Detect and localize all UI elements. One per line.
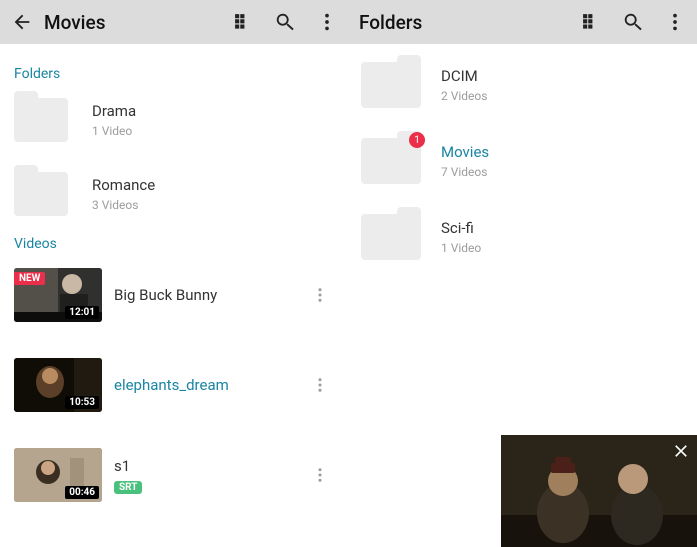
video-row-s1[interactable]: 00:46 s1 SRT [0,440,349,510]
topbar-left: Movies [0,0,349,44]
folder-row-drama[interactable]: Drama 1 Video [0,90,349,150]
search-button[interactable] [621,10,645,34]
folder-sub: 3 Videos [92,198,155,212]
video-more-button[interactable] [305,460,335,490]
folder-badge: 1 [409,132,425,148]
pip-frame [501,435,697,547]
duration-badge: 12:01 [65,306,99,319]
view-grid-button[interactable] [231,10,255,34]
close-icon [671,441,691,461]
video-thumbnail: 00:46 [14,448,102,502]
folder-sub: 2 Videos [441,89,487,103]
folder-text: Sci-fi 1 Video [441,219,481,255]
folder-text: Romance 3 Videos [92,176,155,212]
video-thumbnail: 10:53 [14,358,102,412]
more-vert-icon [311,376,329,394]
topbar-actions-right [579,10,687,34]
duration-badge: 10:53 [65,396,99,409]
folder-icon: 1 [361,138,421,184]
folder-sub: 1 Video [92,124,136,138]
search-button[interactable] [273,10,297,34]
pane-folders: Folders DCIM 2 Videos 1 M [349,0,697,547]
content-right: DCIM 2 Videos 1 Movies 7 Videos Sci-fi 1… [349,44,697,268]
back-button[interactable] [10,10,34,34]
arrow-left-icon [11,11,33,33]
grid-icon [581,12,601,32]
more-vert-icon [311,286,329,304]
pip-player[interactable] [501,435,697,547]
more-vert-icon [664,11,686,33]
folder-name: Drama [92,102,136,120]
folder-text: DCIM 2 Videos [441,67,487,103]
video-text: Big Buck Bunny [114,286,217,304]
pane-movies: Movies Folders Drama 1 Video Romanc [0,0,349,547]
pip-close-button[interactable] [671,441,691,461]
folder-name: DCIM [441,67,487,85]
more-vert-icon [316,11,338,33]
folder-icon [361,62,421,108]
more-button[interactable] [663,10,687,34]
video-thumbnail: NEW 12:01 [14,268,102,322]
topbar-actions-left [231,10,339,34]
video-row-big-buck-bunny[interactable]: NEW 12:01 Big Buck Bunny [0,260,349,330]
folder-icon [14,172,68,216]
folder-row-romance[interactable]: Romance 3 Videos [0,164,349,224]
content-left: Folders Drama 1 Video Romance 3 Videos V… [0,44,349,510]
grid-icon [233,12,253,32]
video-title: s1 [114,457,142,475]
more-vert-icon [311,466,329,484]
new-badge: NEW [14,272,45,285]
video-text: elephants_dream [114,376,229,394]
page-title-right: Folders [359,11,579,34]
video-more-button[interactable] [305,280,335,310]
folder-icon [361,214,421,260]
more-button[interactable] [315,10,339,34]
topbar-right: Folders [349,0,697,44]
folder-text: Drama 1 Video [92,102,136,138]
section-label-videos: Videos [0,224,349,260]
duration-badge: 00:46 [65,486,99,499]
folder-icon [14,98,68,142]
folder-name: Romance [92,176,155,194]
folder-row-scifi[interactable]: Sci-fi 1 Video [349,206,697,268]
folder-row-movies[interactable]: 1 Movies 7 Videos [349,130,697,192]
folder-text: Movies 7 Videos [441,143,489,179]
video-title: Big Buck Bunny [114,286,217,304]
folder-name: Movies [441,143,489,161]
video-row-elephants-dream[interactable]: 10:53 elephants_dream [0,350,349,420]
page-title-left: Movies [44,11,231,34]
view-grid-button[interactable] [579,10,603,34]
search-icon [274,11,296,33]
srt-badge: SRT [114,481,142,494]
folder-row-dcim[interactable]: DCIM 2 Videos [349,54,697,116]
section-label-folders: Folders [0,54,349,90]
video-title: elephants_dream [114,376,229,394]
video-text: s1 SRT [114,457,142,494]
folder-sub: 1 Video [441,241,481,255]
folder-name: Sci-fi [441,219,481,237]
video-more-button[interactable] [305,370,335,400]
search-icon [622,11,644,33]
folder-sub: 7 Videos [441,165,489,179]
